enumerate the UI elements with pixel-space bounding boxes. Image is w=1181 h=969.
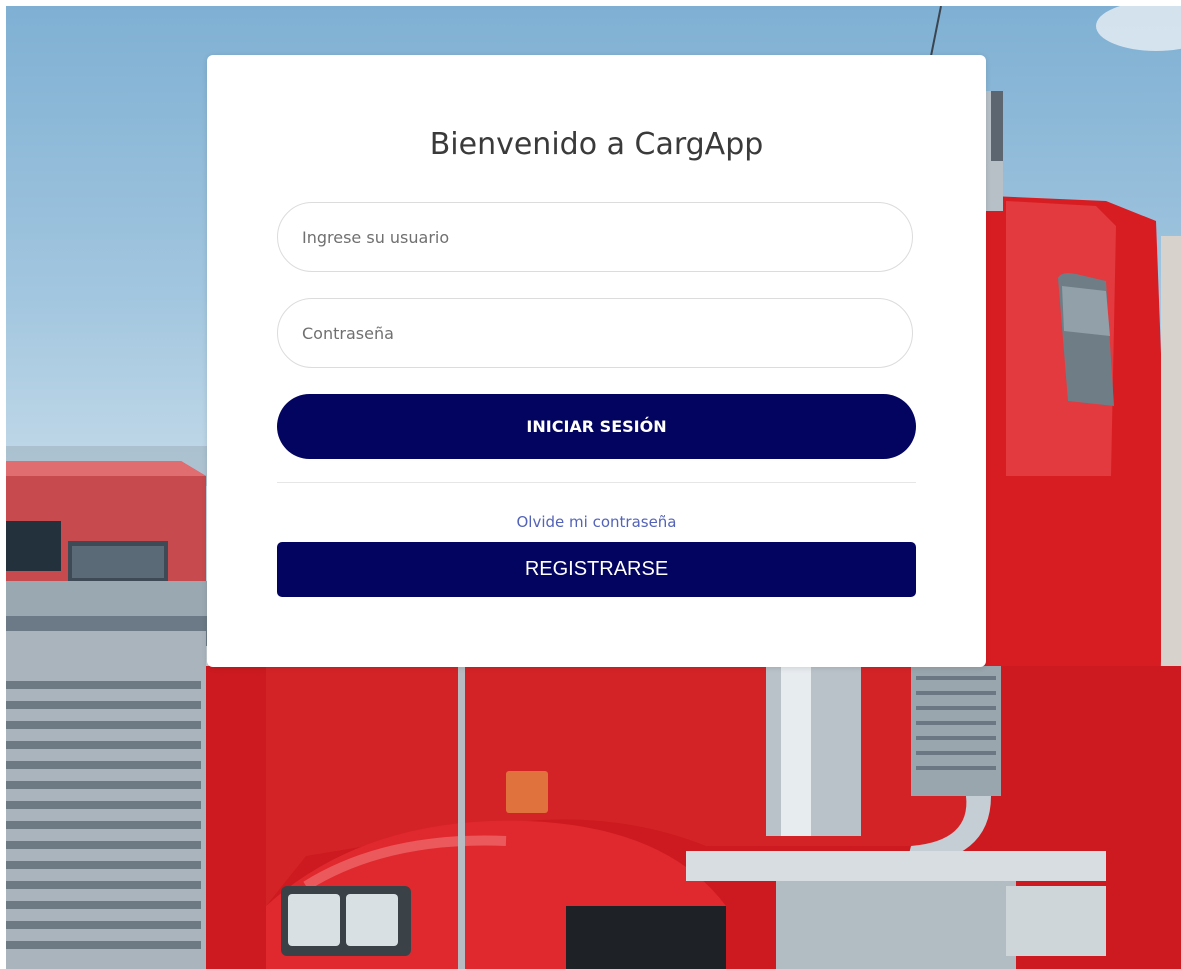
username-input[interactable] — [277, 202, 913, 272]
password-input[interactable] — [277, 298, 913, 368]
divider — [277, 482, 916, 483]
login-page: Bienvenido a CargApp INICIAR SESIÓN Olvi… — [6, 6, 1181, 969]
forgot-password-link[interactable]: Olvide mi contraseña — [207, 513, 986, 531]
login-button[interactable]: INICIAR SESIÓN — [277, 394, 916, 459]
login-card: Bienvenido a CargApp INICIAR SESIÓN Olvi… — [207, 55, 986, 667]
page-title: Bienvenido a CargApp — [429, 127, 764, 162]
register-button[interactable]: REGISTRARSE — [277, 542, 916, 597]
